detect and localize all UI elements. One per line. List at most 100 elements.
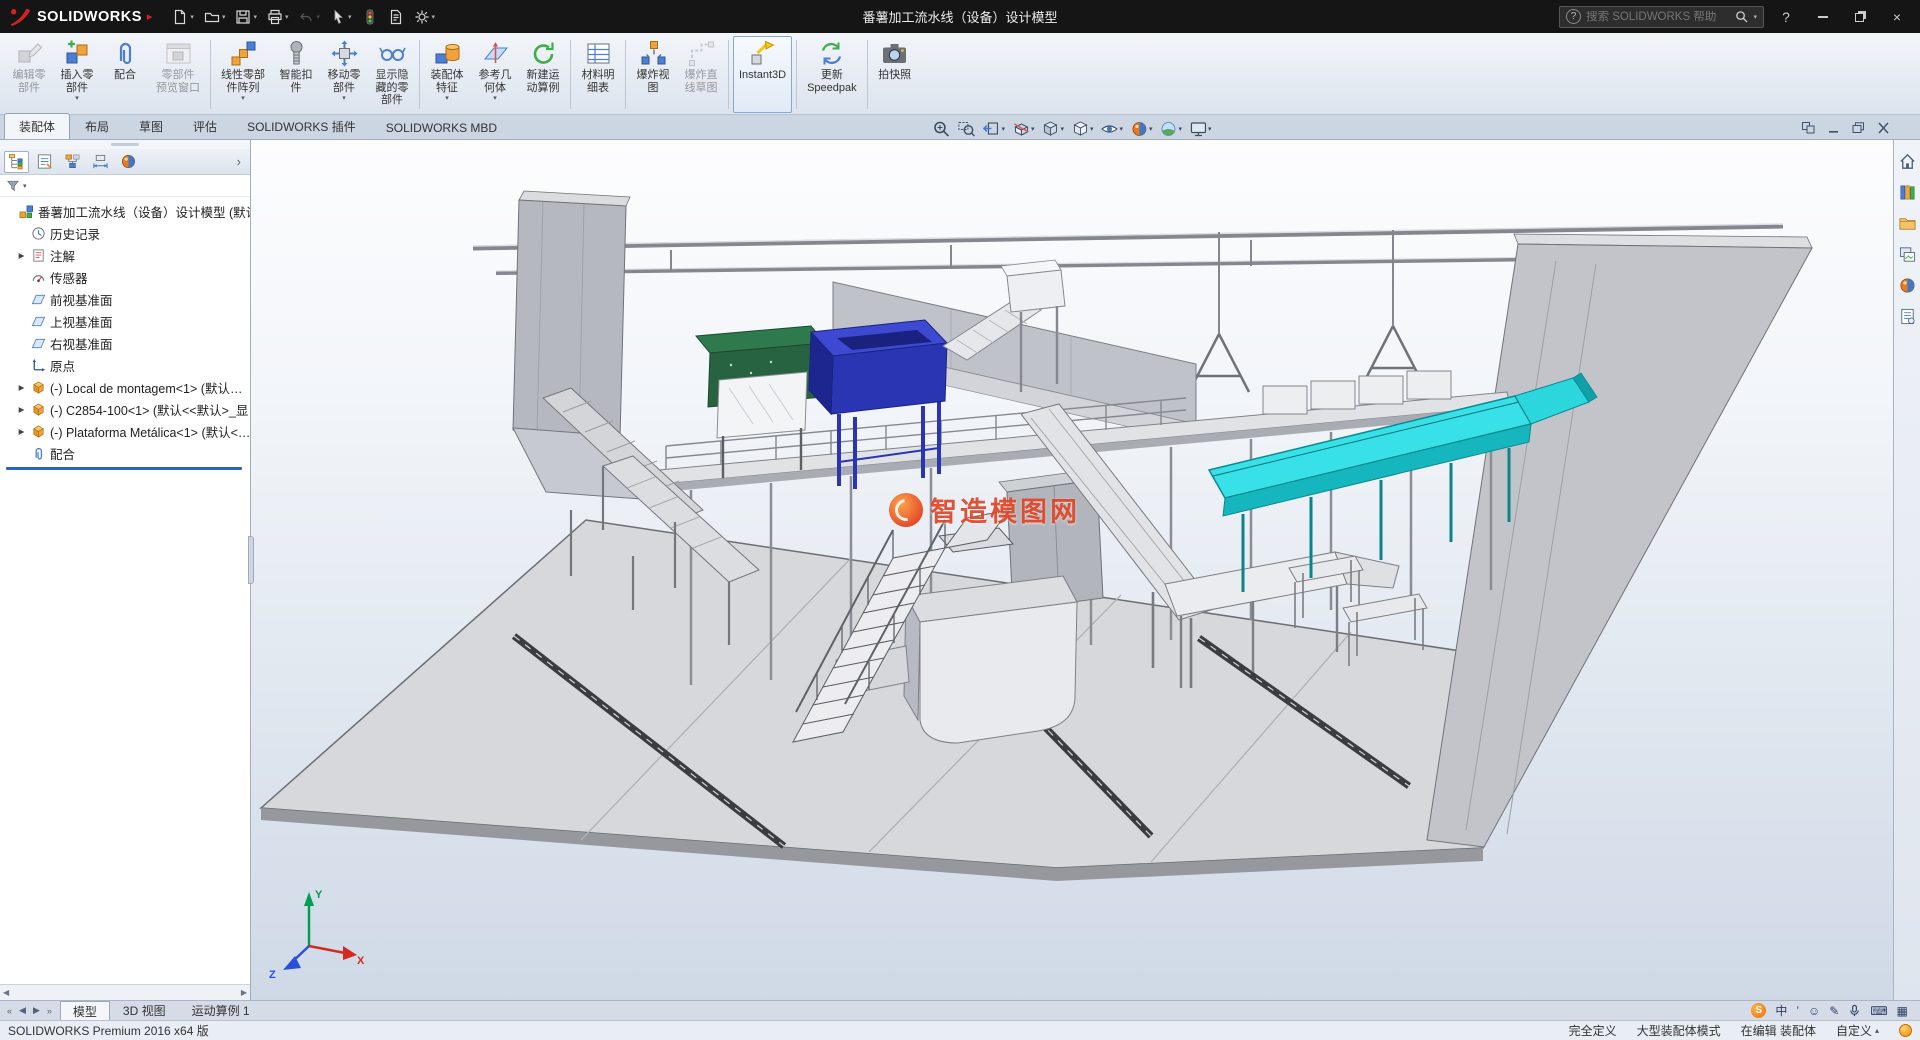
- open-document-button[interactable]: ▾: [200, 6, 230, 28]
- displaymanager-tab[interactable]: [116, 151, 141, 173]
- panel-top-splitter[interactable]: [0, 140, 250, 149]
- tab-scroll-last-button[interactable]: »: [44, 1006, 55, 1016]
- tree-item-mates[interactable]: 配合: [4, 442, 250, 464]
- section-view-button[interactable]: ▾: [1010, 118, 1037, 140]
- filter-funnel-icon[interactable]: [6, 179, 20, 193]
- view-settings-button[interactable]: ▾: [1187, 118, 1214, 140]
- panel-scroll-right-button[interactable]: ▶: [241, 988, 247, 997]
- tab-scroll-prev-button[interactable]: ◀: [16, 1005, 29, 1016]
- tree-item-component-plataforma-metalica[interactable]: ▶(-) Plataforma Metálica<1> (默认<…: [4, 420, 250, 442]
- tree-item-root[interactable]: 番薯加工流水线（设备）设计模型 (默认…: [4, 200, 250, 222]
- document-restore-button[interactable]: [1852, 122, 1865, 134]
- tab-motion-study-1[interactable]: 运动算例 1: [179, 1001, 263, 1020]
- document-tile-button[interactable]: [1802, 122, 1815, 134]
- zoom-fit-button[interactable]: [930, 118, 952, 140]
- minimize-button[interactable]: [1808, 5, 1838, 29]
- update-speedpak-button[interactable]: 更新 Speedpak: [801, 36, 863, 113]
- bill-of-materials-button[interactable]: 材料明 细表: [575, 36, 621, 113]
- view-palette-button[interactable]: [1896, 243, 1918, 265]
- ime-microphone-button[interactable]: [1848, 1004, 1861, 1017]
- tree-item-annotations[interactable]: ▶注解: [4, 244, 250, 266]
- tree-item-origin[interactable]: 原点: [4, 354, 250, 376]
- insert-component-button[interactable]: 插入零 部件▾: [54, 36, 100, 113]
- taskpane-home-button[interactable]: [1896, 150, 1918, 172]
- view-orientation-button[interactable]: ▾: [1039, 118, 1066, 140]
- reference-geometry-button[interactable]: 参考几 何体▾: [472, 36, 518, 113]
- panel-horizontal-scrollbar[interactable]: ◀ ▶: [0, 984, 250, 1000]
- hide-show-items-button[interactable]: ▾: [1099, 118, 1126, 140]
- panel-scroll-left-button[interactable]: ◀: [3, 988, 9, 997]
- apply-scene-button[interactable]: ▾: [1158, 118, 1185, 140]
- display-style-button[interactable]: ▾: [1069, 118, 1096, 140]
- tab-assembly[interactable]: 装配体: [4, 113, 70, 139]
- propertymanager-tab[interactable]: [32, 151, 57, 173]
- tab-sketch[interactable]: 草图: [124, 113, 178, 139]
- ime-punctuation-toggle[interactable]: ’: [1796, 1004, 1799, 1018]
- configurationmanager-tab[interactable]: [60, 151, 85, 173]
- search-input[interactable]: [1586, 11, 1730, 23]
- linear-component-pattern-button[interactable]: 线性零部 件阵列▾: [215, 36, 271, 113]
- tab-solidworks-mbd[interactable]: SOLIDWORKS MBD: [371, 116, 512, 139]
- tab-3d-views[interactable]: 3D 视图: [110, 1001, 179, 1020]
- panel-resize-handle[interactable]: [248, 536, 254, 584]
- design-library-button[interactable]: [1896, 181, 1918, 203]
- restore-button[interactable]: [1845, 5, 1875, 29]
- document-minimize-button[interactable]: [1827, 122, 1840, 134]
- rollback-bar[interactable]: [6, 467, 242, 470]
- tree-item-history[interactable]: 历史记录: [4, 222, 250, 244]
- file-explorer-button[interactable]: [1896, 212, 1918, 234]
- undo-button[interactable]: ▾: [294, 6, 324, 28]
- file-properties-button[interactable]: [384, 6, 408, 28]
- graphics-area[interactable]: ▾ ▾ ▾ ▾ ▾ ▾ ▾ ▾: [251, 140, 1893, 1000]
- edit-appearance-button[interactable]: ▾: [1128, 118, 1155, 140]
- save-button[interactable]: ▾: [231, 6, 261, 28]
- explode-line-sketch-button[interactable]: 爆炸直 线草图: [678, 36, 724, 113]
- select-button[interactable]: ▾: [326, 6, 356, 28]
- tree-item-top-plane[interactable]: 上视基准面: [4, 310, 250, 332]
- tab-scroll-first-button[interactable]: «: [4, 1006, 15, 1016]
- mate-button[interactable]: 配合: [102, 36, 148, 113]
- take-snapshot-button[interactable]: 拍快照: [872, 36, 918, 113]
- previous-view-button[interactable]: ▾: [980, 118, 1007, 140]
- tab-model[interactable]: 模型: [60, 1001, 110, 1020]
- search-icon[interactable]: [1735, 10, 1748, 23]
- custom-properties-button[interactable]: [1896, 305, 1918, 327]
- ime-handwriting-button[interactable]: ✎: [1829, 1004, 1839, 1018]
- panel-flyout-chevron[interactable]: ›: [232, 154, 246, 169]
- tree-item-component-local-de-montagem[interactable]: ▶(-) Local de montagem<1> (默认…: [4, 376, 250, 398]
- options-button[interactable]: ▾: [410, 6, 440, 28]
- ime-keyboard-button[interactable]: ⌨: [1870, 1004, 1887, 1018]
- dimxpertmanager-tab[interactable]: [88, 151, 113, 173]
- move-component-button[interactable]: 移动零 部件▾: [321, 36, 367, 113]
- status-customize-button[interactable]: 自定义▴: [1836, 1022, 1879, 1039]
- search-caret-icon[interactable]: ▾: [1753, 13, 1757, 21]
- ime-emoji-button[interactable]: ☺: [1808, 1004, 1820, 1018]
- expander-icon[interactable]: ▶: [16, 427, 27, 436]
- edit-component-button[interactable]: 编辑零 部件: [6, 36, 52, 113]
- sogou-ime-logo-icon[interactable]: S: [1751, 1003, 1766, 1018]
- featuremanager-tab[interactable]: [4, 151, 29, 173]
- search-box[interactable]: ? ▾: [1559, 6, 1764, 28]
- exploded-view-button[interactable]: 爆炸视 图: [630, 36, 676, 113]
- tree-item-right-plane[interactable]: 右视基准面: [4, 332, 250, 354]
- tab-solidworks-addins[interactable]: SOLIDWORKS 插件: [232, 113, 371, 139]
- tree-item-front-plane[interactable]: 前视基准面: [4, 288, 250, 310]
- help-button[interactable]: ?: [1771, 5, 1801, 29]
- rebuild-button[interactable]: [358, 6, 382, 28]
- print-button[interactable]: ▾: [263, 6, 293, 28]
- expander-icon[interactable]: ▶: [16, 383, 27, 392]
- tab-layout[interactable]: 布局: [70, 113, 124, 139]
- document-close-button[interactable]: [1877, 122, 1890, 134]
- zoom-area-button[interactable]: [955, 118, 977, 140]
- tree-item-component-c2854-100[interactable]: ▶(-) C2854-100<1> (默认<<默认>_显…: [4, 398, 250, 420]
- appearances-scenes-button[interactable]: [1896, 274, 1918, 296]
- tree-item-sensors[interactable]: 传感器: [4, 266, 250, 288]
- ime-language-toggle[interactable]: 中: [1775, 1002, 1787, 1019]
- expander-icon[interactable]: ▶: [16, 405, 27, 414]
- show-hidden-components-button[interactable]: 显示隐 藏的零 部件: [369, 36, 415, 113]
- new-document-button[interactable]: ▾: [168, 6, 198, 28]
- instant3d-button[interactable]: Instant3D: [733, 36, 792, 113]
- new-motion-study-button[interactable]: 新建运 动算例: [520, 36, 566, 113]
- expander-icon[interactable]: ▶: [16, 251, 27, 260]
- tab-scroll-next-button[interactable]: ▶: [30, 1005, 43, 1016]
